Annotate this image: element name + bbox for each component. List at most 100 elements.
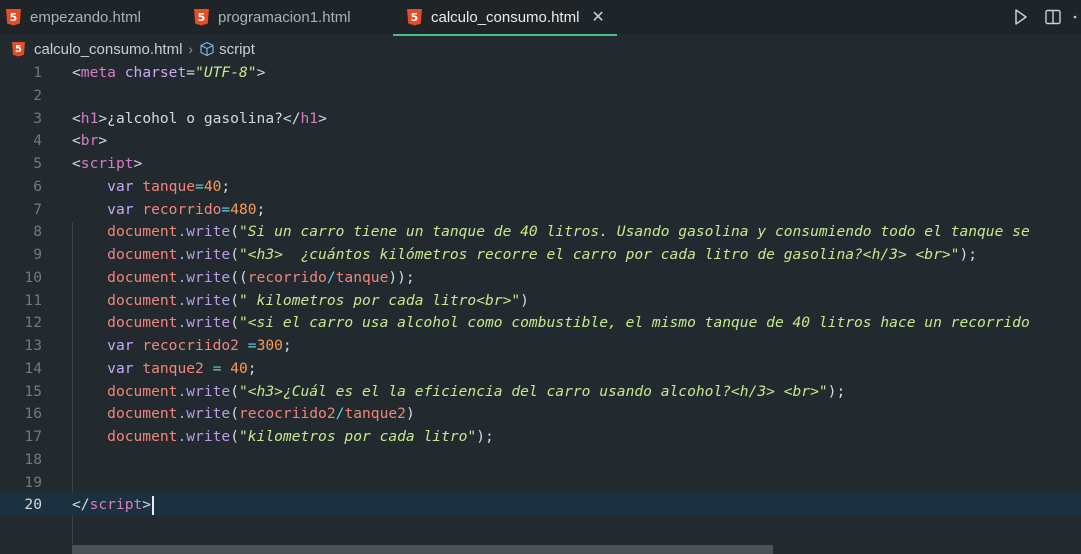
code-token: " kilometros por cada litro<br>" [238,291,521,309]
code-line[interactable]: 1 <meta charset="UTF-8"> [0,61,1081,84]
code-token: write [186,314,231,332]
code-text: <h1>¿alcohol o gasolina?</h1> [72,107,327,130]
code-token: write [186,268,231,286]
breadcrumb-symbol[interactable]: script [219,41,255,58]
code-token: 40 [230,359,248,377]
code-token: > [318,109,327,127]
line-number: 15 [24,382,42,400]
code-token: script [80,155,134,172]
code-line[interactable]: 10 document.write((recorrido/tanque)); [0,266,1081,289]
line-number: 12 [24,314,42,332]
code-token: . [177,428,187,445]
html5-icon: 5 [6,8,21,26]
code-line[interactable]: 2 [0,84,1081,107]
code-token: ( [230,382,239,400]
code-text: document.write("Si un carro tiene un tan… [72,220,1030,243]
code-line[interactable]: 20 </script> [0,493,1081,517]
tab-label: empezando.html [30,8,141,26]
tab-programacion1[interactable]: 5 programacion1.html [194,0,351,34]
line-number: 3 [33,109,42,127]
chevron-right-icon: › [188,41,194,57]
code-text: <br> [72,129,107,152]
code-token: 40 [203,177,222,195]
horizontal-scrollbar[interactable] [72,545,773,554]
line-number: 17 [24,428,42,445]
code-token: > [98,109,108,127]
code-line[interactable]: 17 document.write("kilometros por cada l… [0,425,1081,448]
code-token: "<h3>¿Cuál es el la eficiencia del carro… [238,382,828,400]
tab-empezando[interactable]: 5 empezando.html [6,0,141,34]
code-token: . [177,314,187,332]
code-line[interactable]: 8 document.write("Si un carro tiene un t… [0,220,1081,243]
code-token: = [195,177,204,195]
code-token: . [177,246,187,263]
more-actions-button[interactable] [1069,2,1081,32]
code-token: > [256,64,266,81]
code-line[interactable]: 5 <script> [0,152,1081,175]
code-token: write [186,291,231,309]
code-token: document [107,246,178,263]
play-icon [1015,9,1027,25]
code-token: document [107,291,178,309]
code-token: ) [405,405,415,423]
code-token: meta [80,64,116,81]
code-text: <meta charset="UTF-8"> [72,61,265,84]
code-token: document [107,428,178,445]
code-token: tanque2 [344,405,406,423]
code-line[interactable]: 19 [0,471,1081,494]
code-text: document.write("<h3> ¿cuántos kilómetros… [72,243,977,266]
code-token: charset [124,64,187,81]
cube-icon [199,41,215,57]
code-token: br [80,132,99,150]
code-editor[interactable]: 1 <meta charset="UTF-8"> 2 3 <h1>¿alcohol o … [0,61,1081,544]
code-token: ); [827,382,846,400]
code-text: </script> [72,493,155,516]
code-line[interactable]: 16 document.write(recocriido2/tanque2) [0,402,1081,425]
code-line[interactable]: 9 document.write("<h3> ¿cuántos kilómetr… [0,243,1081,266]
tab-calculo-consumo[interactable]: 5 calculo_consumo.html ✕ [393,0,617,36]
code-token: 300 [256,337,283,354]
breadcrumb-file[interactable]: calculo_consumo.html [34,41,182,58]
code-line[interactable]: 7 var recorrido=480; [0,198,1081,221]
code-token: "UTF-8" [195,64,257,81]
code-token: document [107,268,178,286]
editor-actions [1005,0,1081,34]
code-line[interactable]: 12 document.write("<si el carro usa alco… [0,311,1081,334]
line-number: 9 [33,246,42,263]
code-token: ( [230,405,239,423]
code-token: tanque [142,177,196,195]
code-line[interactable]: 4 <br> [0,129,1081,152]
code-text: var recocriido2 =300; [72,334,292,357]
code-line[interactable]: 13 var recocriido2 =300; [0,334,1081,357]
code-line[interactable]: 18 [0,448,1081,471]
split-editor-button[interactable] [1037,2,1069,32]
code-token: "Si un carro tiene un tanque de 40 litro… [238,223,1030,241]
code-text: document.write("<h3>¿Cuál es el la efici… [72,380,845,403]
close-icon[interactable]: ✕ [591,7,604,27]
code-token: var [107,200,134,218]
run-button[interactable] [1005,2,1037,32]
code-line[interactable]: 14 var tanque2 = 40; [0,357,1081,380]
code-line[interactable]: 3 <h1>¿alcohol o gasolina?</h1> [0,107,1081,130]
line-number: 13 [24,337,42,354]
line-number: 5 [33,155,42,172]
code-line[interactable]: 15 document.write("<h3>¿Cuál es el la ef… [0,380,1081,403]
code-token: (( [230,268,248,286]
code-token: = [186,64,196,81]
line-number: 19 [24,473,42,491]
code-token: write [186,246,231,263]
code-token: > [133,155,143,172]
code-token: < [72,132,81,150]
code-token: ); [959,246,978,263]
code-token: ( [230,428,239,445]
tab-bar: 5 empezando.html 5 programacion1.html 5 … [0,0,1081,36]
code-line[interactable]: 6 var tanque=40; [0,175,1081,198]
code-line[interactable]: 11 document.write(" kilometros por cada … [0,289,1081,312]
